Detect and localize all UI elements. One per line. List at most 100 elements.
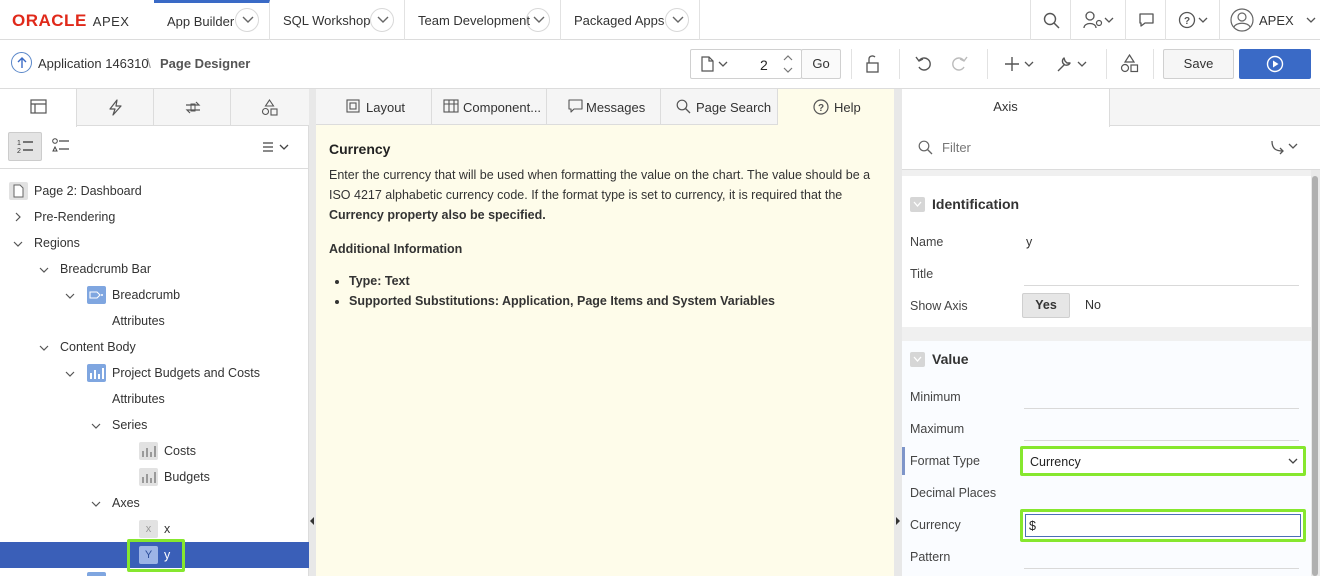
chevron-right-icon[interactable]: [14, 212, 22, 222]
unlock-icon[interactable]: [864, 55, 881, 73]
tree-node-series-budgets[interactable]: Budgets: [0, 464, 309, 490]
tree-node-next-region[interactable]: [0, 568, 309, 576]
wrench-menu-icon[interactable]: [1055, 54, 1089, 73]
title-field[interactable]: [1024, 285, 1299, 286]
right-splitter[interactable]: [894, 89, 902, 576]
oracle-apex-logo[interactable]: ORACLE APEX: [12, 11, 130, 30]
tree-node-series[interactable]: Series: [0, 412, 309, 438]
tree-node-pre-rendering[interactable]: Pre-Rendering: [0, 204, 309, 230]
chevron-down-icon: [1306, 17, 1316, 23]
collapse-chevron-icon[interactable]: [910, 197, 925, 212]
feedback-button[interactable]: [1125, 0, 1165, 40]
tab-page-search[interactable]: Page Search: [661, 89, 778, 125]
tab-layout[interactable]: Layout: [316, 89, 432, 125]
search-button[interactable]: [1030, 0, 1070, 40]
currency-input[interactable]: [1025, 514, 1301, 537]
show-axis-no-button[interactable]: No: [1085, 298, 1101, 312]
breadcrumb-region-icon: [87, 286, 106, 304]
go-button[interactable]: Go: [801, 49, 841, 79]
chevron-down-icon[interactable]: [91, 422, 101, 430]
tab-component-view[interactable]: Component...: [432, 89, 547, 125]
stepper-arrows-icon[interactable]: [783, 53, 793, 75]
tab-rendering[interactable]: [0, 89, 77, 127]
filter-input[interactable]: Filter: [942, 140, 971, 155]
property-label-title: Title: [910, 267, 934, 281]
chevron-down-icon[interactable]: [370, 8, 394, 32]
format-type-select[interactable]: Currency: [1020, 446, 1306, 476]
tree-node-project-budgets-and-costs[interactable]: Project Budgets and Costs: [0, 360, 309, 386]
left-splitter[interactable]: [309, 89, 316, 576]
tab-shared-components[interactable]: [231, 89, 309, 126]
collapse-left-arrow-icon[interactable]: [310, 517, 314, 525]
run-page-button[interactable]: [1239, 49, 1311, 79]
property-value-name[interactable]: y: [1026, 235, 1032, 249]
chevron-down-icon[interactable]: [65, 292, 75, 300]
tree-node-regions[interactable]: Regions: [0, 230, 309, 256]
chevron-down-icon[interactable]: [91, 500, 101, 508]
show-axis-yes-button[interactable]: Yes: [1022, 293, 1070, 318]
go-to-group-icon[interactable]: [1270, 139, 1302, 155]
apex-logo-text: APEX: [92, 14, 130, 29]
minimum-field[interactable]: [1024, 408, 1299, 409]
x-axis-icon: x: [139, 520, 158, 538]
tree-node-breadcrumb[interactable]: Breadcrumb: [0, 282, 309, 308]
tab-help[interactable]: ? Help: [778, 89, 894, 126]
help-circle-icon: ?: [1178, 11, 1208, 29]
tree-node-label: x: [164, 522, 171, 536]
group-by-processing-order-toggle[interactable]: [44, 132, 78, 161]
group-identification-header[interactable]: Identification: [902, 185, 1311, 223]
hamburger-menu-icon[interactable]: [262, 141, 290, 153]
tree-node-axes[interactable]: Axes: [0, 490, 309, 516]
tree-list-icon: [52, 138, 69, 152]
tree-node-series-costs[interactable]: Costs: [0, 438, 309, 464]
group-by-component-type-toggle[interactable]: 12: [8, 132, 42, 161]
help-menu-button[interactable]: ?: [1165, 0, 1219, 40]
tree-node-page[interactable]: Page 2: Dashboard: [0, 178, 309, 204]
nav-tab-app-builder[interactable]: App Builder: [154, 0, 270, 40]
scrollbar-thumb[interactable]: [1312, 176, 1318, 576]
undo-icon[interactable]: [915, 55, 933, 72]
chevron-down-icon[interactable]: [39, 266, 49, 274]
save-button[interactable]: Save: [1163, 49, 1234, 79]
page-number-selector[interactable]: 2: [690, 49, 802, 79]
tree-node-chart-attributes[interactable]: Attributes: [0, 386, 309, 412]
chevron-down-icon[interactable]: [39, 344, 49, 352]
tree-node-content-body[interactable]: Content Body: [0, 334, 309, 360]
group-value-header[interactable]: Value: [902, 340, 1311, 378]
chevron-down-icon[interactable]: [65, 370, 75, 378]
collapse-chevron-icon[interactable]: [910, 352, 925, 367]
tree-node-breadcrumb-attributes[interactable]: Attributes: [0, 308, 309, 334]
user-name: APEX: [1259, 13, 1294, 28]
pattern-field[interactable]: [1024, 568, 1299, 569]
collapse-right-arrow-icon[interactable]: [896, 517, 900, 525]
chevron-down-icon[interactable]: [526, 8, 550, 32]
tab-axis[interactable]: Axis: [902, 89, 1110, 127]
tab-dynamic-actions[interactable]: [77, 89, 154, 126]
maximum-field[interactable]: [1024, 440, 1299, 441]
chevron-down-icon[interactable]: [235, 8, 259, 32]
nav-tab-sql-workshop[interactable]: SQL Workshop: [270, 0, 405, 40]
tree-node-breadcrumb-bar[interactable]: Breadcrumb Bar: [0, 256, 309, 282]
admin-menu-button[interactable]: [1070, 0, 1125, 40]
tab-label: Help: [834, 100, 861, 115]
chevron-down-icon[interactable]: [718, 61, 728, 68]
chevron-down-icon[interactable]: [665, 8, 689, 32]
tab-messages[interactable]: Messages: [547, 89, 661, 125]
nav-tab-packaged-apps[interactable]: Packaged Apps: [561, 0, 700, 40]
shared-components-icon[interactable]: [1120, 54, 1139, 73]
nav-tab-team-development[interactable]: Team Development: [405, 0, 561, 40]
redo-icon[interactable]: [950, 55, 968, 72]
left-panel-tabs: [0, 89, 309, 127]
tab-label: Component...: [463, 100, 542, 115]
svg-text:?: ?: [1184, 16, 1190, 27]
tab-processing[interactable]: [154, 89, 231, 126]
chevron-down-icon[interactable]: [13, 240, 23, 248]
help-item-substitutions: Supported Substitutions: Application, Pa…: [349, 291, 881, 311]
user-avatar-icon: [1230, 8, 1254, 32]
up-arrow-icon[interactable]: [11, 52, 32, 73]
page-number-value[interactable]: 2: [760, 57, 768, 73]
page-icon: [9, 182, 28, 200]
plus-menu-icon[interactable]: [1004, 55, 1036, 72]
breadcrumb-application-link[interactable]: Application 146310: [38, 56, 149, 71]
property-scrollbar[interactable]: [1311, 170, 1320, 576]
